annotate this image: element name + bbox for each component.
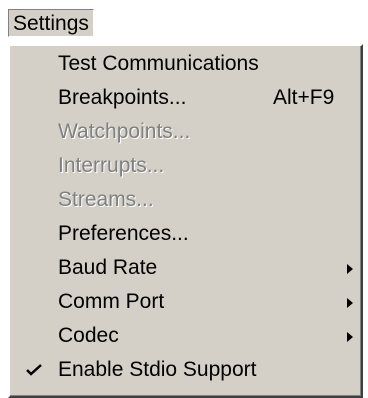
menu-item-label: Streams...: [58, 188, 154, 211]
menu-item-label: Interrupts...: [58, 154, 165, 177]
menu-item-label: Enable Stdio Support: [58, 358, 257, 381]
menu-bar: Settings: [0, 0, 368, 44]
chevron-right-icon: [347, 332, 353, 342]
menu-item-interrupts: Interrupts...: [10, 149, 361, 183]
menu-item-codec[interactable]: Codec: [10, 319, 361, 353]
menu-item-label: Comm Port: [58, 290, 165, 313]
chevron-right-icon: [347, 264, 353, 274]
menu-item-baud-rate[interactable]: Baud Rate: [10, 251, 361, 285]
menu-item-watchpoints: Watchpoints...: [10, 115, 361, 149]
menu-item-streams: Streams...: [10, 183, 361, 217]
menu-item-label: Test Communications: [58, 52, 259, 75]
check-icon: [26, 364, 42, 376]
menu-item-label: Watchpoints...: [58, 120, 191, 143]
menu-item-label: Breakpoints...: [58, 86, 187, 109]
menu-item-test-communications[interactable]: Test Communications: [10, 47, 361, 81]
menu-item-label: Preferences...: [58, 222, 189, 245]
chevron-right-icon: [347, 298, 353, 308]
shortcut-label: Alt+F9: [273, 86, 335, 109]
menu-item-breakpoints[interactable]: Breakpoints... Alt+F9: [10, 81, 361, 115]
menu-item-enable-stdio-support[interactable]: Enable Stdio Support: [10, 353, 361, 387]
menu-item-label: Baud Rate: [58, 256, 158, 279]
settings-dropdown-menu: Test Communications Breakpoints... Alt+F…: [8, 44, 363, 398]
menu-item-preferences[interactable]: Preferences...: [10, 217, 361, 251]
settings-menu-title[interactable]: Settings: [8, 9, 94, 37]
menu-item-label: Codec: [58, 324, 119, 347]
menu-item-comm-port[interactable]: Comm Port: [10, 285, 361, 319]
